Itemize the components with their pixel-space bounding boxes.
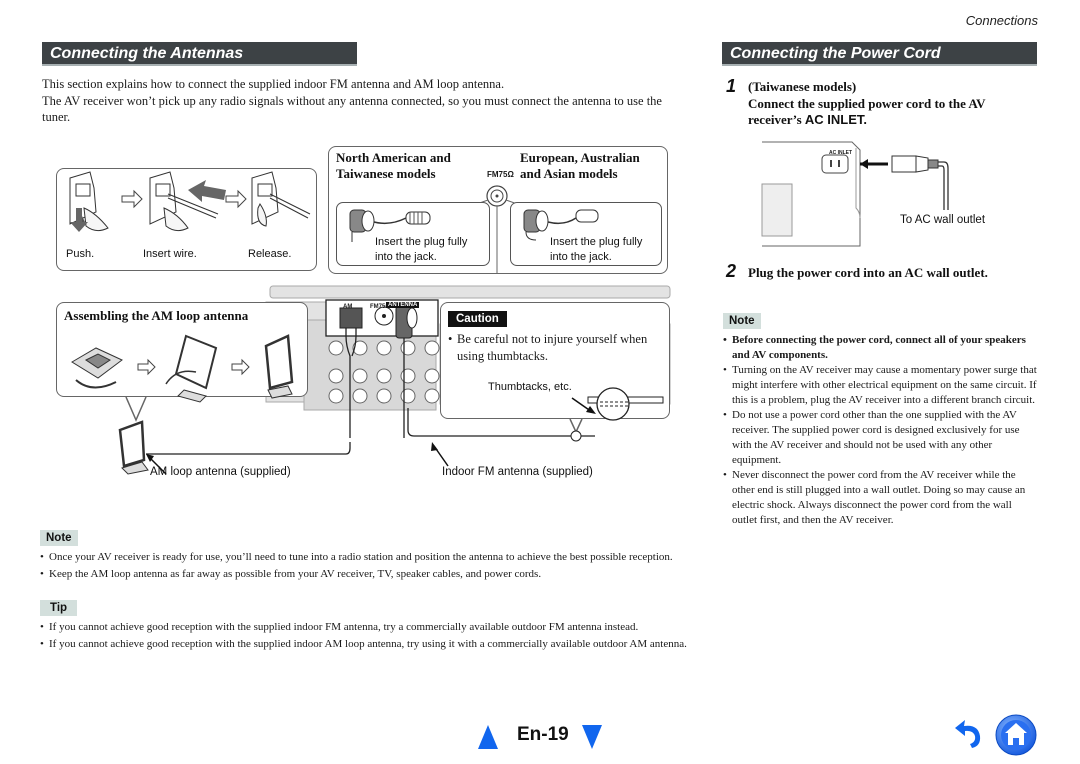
home-icon[interactable] — [995, 714, 1037, 756]
step-insert-label: Insert wire. — [143, 248, 197, 260]
am-loop-unfolding-figure — [174, 334, 218, 390]
ac-inlet-emphasis: AC INLET. — [804, 112, 868, 127]
am-terminal-label: AM — [343, 304, 353, 310]
tip-item: If you cannot achieve good reception wit… — [40, 620, 705, 635]
step-1-models: (Taiwanese models) — [748, 79, 857, 94]
step-1-text: (Taiwanese models) Connect the supplied … — [748, 79, 1033, 129]
european-models-heading: European, Australian and Asian models — [520, 150, 640, 181]
intro-paragraph: The AV receiver won’t pick up any radio … — [42, 93, 662, 125]
ac-inlet-icon — [821, 154, 849, 174]
insert-arrow-icon — [188, 180, 226, 202]
wall-outlet-label: To AC wall outlet — [900, 214, 986, 226]
note-item: Never disconnect the power cord from the… — [723, 468, 1038, 528]
step-2-text: Plug the power cord into an AC wall outl… — [748, 265, 988, 280]
power-plug-icon — [891, 155, 917, 173]
insert-arrow-icon — [860, 159, 868, 169]
step-1-number: 1 — [726, 76, 737, 96]
tip-item: If you cannot achieve good reception wit… — [40, 637, 705, 652]
power-note-list: Before connecting the power cord, connec… — [723, 333, 1038, 528]
arrow-right-icon — [225, 189, 247, 209]
triangle-down-icon[interactable] — [582, 725, 602, 749]
tip-badge: Tip — [40, 600, 78, 616]
note-item: Turning on the AV receiver may cause a m… — [723, 363, 1038, 408]
am-loop-antenna-figure — [118, 420, 146, 468]
terminal-release-figure — [251, 171, 311, 227]
antenna-label: ANTENNA — [386, 302, 420, 308]
fm-instruction-right: Insert the plug fully into the jack. — [550, 236, 643, 263]
note-item: Keep the AM loop antenna as far away as … — [40, 567, 705, 582]
step-1-instruction: Connect the supplied power cord to the A… — [748, 95, 986, 128]
tip-list: If you cannot achieve good reception wit… — [40, 620, 705, 652]
thumbtack-icon — [596, 387, 630, 421]
note-list: Once your AV receiver is ready for use, … — [40, 550, 705, 582]
section-title-power-cord: Connecting the Power Cord — [722, 42, 1037, 66]
undo-arrow-icon[interactable] — [952, 718, 986, 752]
note-badge: Note — [723, 313, 761, 329]
note-badge: Note — [40, 530, 78, 546]
fm-jack-label: FM75Ω — [487, 170, 514, 179]
arrow-right-icon — [137, 358, 156, 376]
am-loop-assembly-illustration — [71, 334, 351, 475]
running-head: Connections — [965, 13, 1038, 28]
page-number: En-19 — [517, 724, 569, 745]
section-title-antennas: Connecting the Antennas — [42, 42, 357, 66]
north-american-models-heading: North American and Taiwanese models — [336, 150, 451, 181]
terminal-insert-figure — [149, 171, 219, 232]
intro-paragraph: This section explains how to connect the… — [42, 77, 505, 91]
note-item: Once your AV receiver is ready for use, … — [40, 550, 705, 565]
step-2-number: 2 — [726, 261, 737, 281]
triangle-up-icon[interactable] — [478, 725, 498, 749]
intro-text: This section explains how to connect the… — [42, 76, 692, 126]
terminal-push-figure — [69, 171, 109, 232]
step-push-label: Push. — [66, 248, 95, 260]
am-antenna-caption: AM loop antenna (supplied) — [150, 466, 291, 478]
thumbtack-illustration — [407, 387, 664, 467]
arrow-right-icon — [231, 358, 250, 376]
am-loop-assembled-figure — [264, 334, 294, 390]
fm-instruction-left: Insert the plug fully into the jack. — [375, 236, 468, 263]
fm-antenna-caption: Indoor FM antenna (supplied) — [442, 466, 593, 478]
am-terminal-icon — [339, 307, 363, 329]
arrow-right-icon — [121, 189, 143, 209]
note-item: Before connecting the power cord, connec… — [723, 333, 1038, 363]
ac-inlet-label: AC INLET — [829, 150, 853, 156]
note-item: Do not use a power cord other than the o… — [723, 408, 1038, 468]
step-release-label: Release. — [248, 248, 292, 260]
power-cord-illustration — [761, 141, 949, 247]
